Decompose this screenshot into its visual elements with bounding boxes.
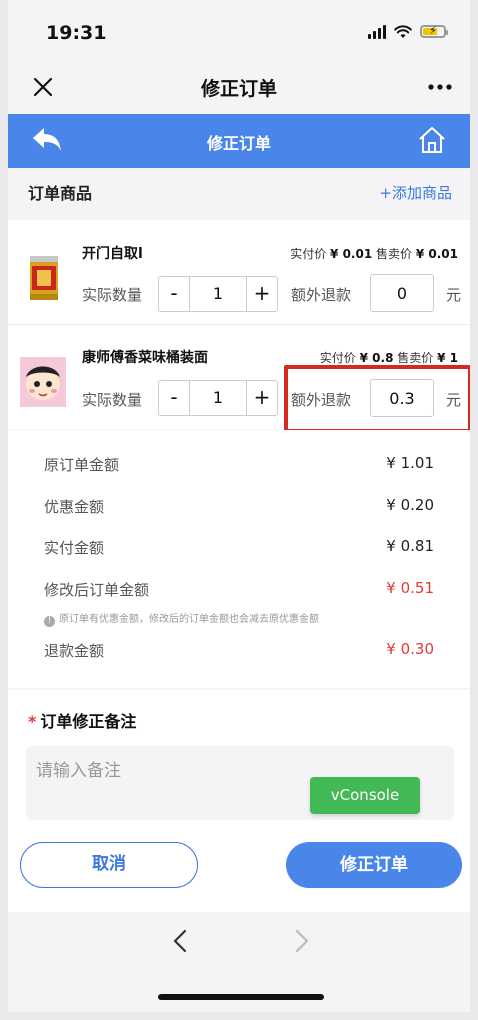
info-icon: !: [44, 616, 55, 627]
plus-button[interactable]: +: [246, 277, 277, 311]
minus-button[interactable]: -: [159, 381, 190, 415]
product-image: [30, 256, 58, 300]
order-goods-header: 订单商品 +添加商品: [8, 168, 470, 220]
status-bar: 19:31 ⚡: [8, 0, 470, 64]
product-name: 康师傅香菜味桶装面: [82, 350, 208, 366]
signal-icon: [368, 24, 386, 39]
quantity-stepper: - 1 +: [158, 380, 278, 416]
quantity-stepper: - 1 +: [158, 276, 278, 312]
more-icon[interactable]: [428, 72, 452, 98]
modified-amount-row: 修改后订单金额 ¥ 0.51: [44, 579, 434, 599]
add-goods-button[interactable]: +添加商品: [379, 182, 452, 203]
remark-title: * 订单修正备注: [28, 712, 137, 731]
quantity-value[interactable]: 1: [190, 277, 246, 311]
phone-screen: 19:31 ⚡ 修正订单 修正订单 订单商品 +添加商品 开门自取l 实付价 ¥…: [8, 0, 470, 1012]
product-prices: 实付价 ¥ 0.8 售卖价 ¥ 1: [319, 351, 458, 365]
product-name: 开门自取l: [82, 246, 143, 262]
page-title: 修正订单: [206, 134, 271, 153]
section-title: 订单商品: [28, 184, 93, 203]
browser-bottom-bar: [8, 912, 470, 1012]
battery-icon: ⚡: [420, 24, 448, 38]
order-summary: 原订单金额 ¥ 1.01 优惠金额 ¥ 0.20 实付金额 ¥ 0.81 修改后订单金…: [8, 430, 470, 688]
discount-note: ! 原订单有优惠金额，修改后的订单金额也会减去原优惠金额: [44, 610, 319, 627]
unit-label: 元: [446, 286, 462, 304]
minus-button[interactable]: -: [159, 277, 190, 311]
highlight-box: [284, 365, 470, 433]
status-icons: ⚡: [368, 24, 448, 39]
refund-amount-row: 退款金额 ¥ 0.30: [44, 640, 434, 660]
goods-item: 开门自取l 实付价 ¥ 0.01 售卖价 ¥ 0.01 实际数量 - 1 + 额…: [8, 220, 470, 325]
product-image: [20, 357, 66, 407]
forward-icon[interactable]: [292, 926, 312, 956]
home-icon[interactable]: [416, 124, 448, 156]
required-mark: *: [28, 712, 37, 731]
quantity-label: 实际数量: [82, 286, 143, 304]
discount-amount-row: 优惠金额 ¥ 0.20: [44, 496, 434, 516]
submit-button[interactable]: 修正订单: [286, 842, 462, 888]
original-amount-row: 原订单金额 ¥ 1.01: [44, 454, 434, 474]
cancel-button[interactable]: 取消: [20, 842, 198, 888]
home-indicator: [158, 994, 324, 1000]
back-icon[interactable]: [170, 926, 190, 956]
wifi-icon: [394, 24, 412, 38]
paid-amount-row: 实付金额 ¥ 0.81: [44, 537, 434, 557]
status-time: 19:31: [46, 22, 107, 44]
plus-button[interactable]: +: [246, 381, 277, 415]
product-prices: 实付价 ¥ 0.01 售卖价 ¥ 0.01: [290, 247, 458, 261]
wechat-page-title: 修正订单: [200, 78, 277, 100]
extra-refund-label: 额外退款: [291, 286, 352, 304]
quantity-value[interactable]: 1: [190, 381, 246, 415]
vconsole-button[interactable]: vConsole: [310, 777, 420, 814]
quantity-label: 实际数量: [82, 391, 143, 409]
page-header: 修正订单: [8, 114, 470, 168]
extra-refund-input[interactable]: [370, 274, 434, 312]
wechat-nav-bar: 修正订单: [8, 64, 470, 112]
action-bar: 取消 修正订单: [8, 820, 470, 912]
